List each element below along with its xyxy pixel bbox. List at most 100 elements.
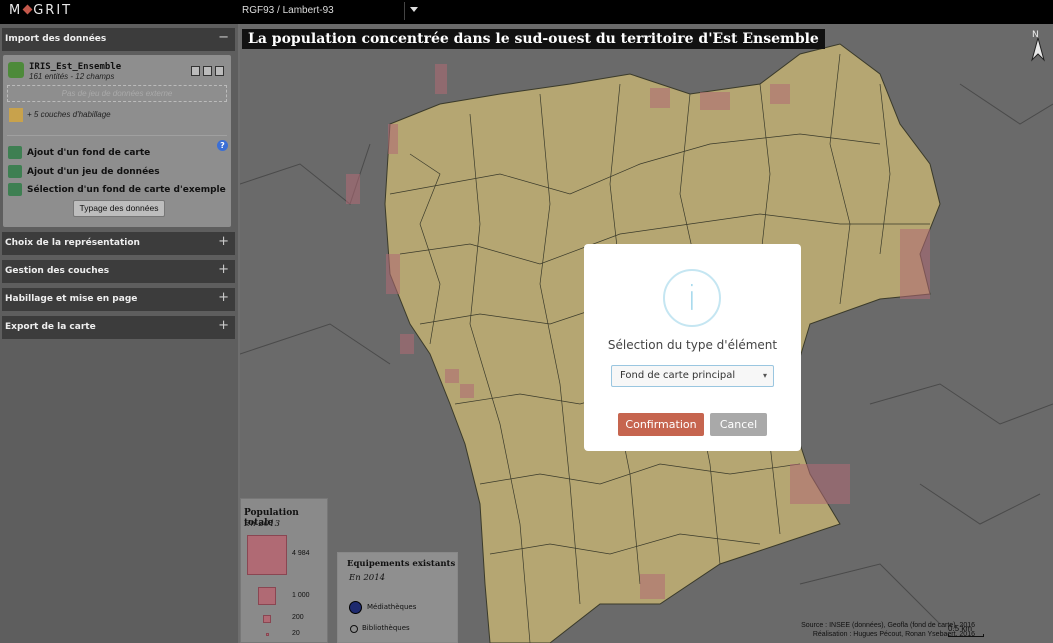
neighbour-boundary: [919, 483, 1041, 525]
typage-button[interactable]: Typage des données: [73, 200, 165, 217]
section-habillage-label: Habillage et mise en page: [5, 294, 138, 304]
population-symbol: [400, 334, 414, 354]
expand-icon[interactable]: +: [218, 318, 229, 333]
trash-icon[interactable]: [215, 66, 224, 76]
logo-diamond-icon: [22, 4, 33, 15]
section-export[interactable]: Export de la carte +: [2, 316, 235, 339]
population-symbol: [770, 84, 790, 104]
add-dataset-action[interactable]: Ajout d'un jeu de données: [8, 165, 160, 178]
population-symbol: [460, 384, 474, 398]
population-symbol: [790, 464, 850, 504]
population-symbol: [650, 88, 670, 108]
legend-square: [247, 535, 287, 575]
cancel-button[interactable]: Cancel: [710, 413, 767, 436]
confirm-button[interactable]: Confirmation: [618, 413, 704, 436]
legend-title: Equipements existants: [347, 559, 456, 569]
credits-line: Réalisation : Hugues Pécout, Ronan Yseba…: [812, 631, 975, 638]
legend-value: 1 000: [292, 592, 310, 599]
population-symbol: [445, 369, 459, 383]
collapse-icon[interactable]: −: [218, 30, 229, 45]
app-logo: M GRIT: [9, 3, 72, 18]
section-layers[interactable]: Gestion des couches +: [2, 260, 235, 283]
section-habillage[interactable]: Habillage et mise en page +: [2, 288, 235, 311]
logo-text-right: GRIT: [33, 3, 73, 18]
population-symbol: [388, 124, 398, 154]
chevron-down-icon[interactable]: [410, 7, 418, 12]
population-symbol: [700, 92, 730, 110]
projection-separator: [404, 2, 405, 20]
neighbour-boundary: [869, 383, 1053, 425]
population-symbol: [346, 174, 360, 204]
example-basemap-label: Sélection d'un fond de carte d'exemple: [27, 185, 226, 195]
add-dataset-icon: [8, 165, 22, 178]
layer-info: 161 entités - 12 champs: [29, 72, 115, 81]
add-basemap-label: Ajout d'un fond de carte: [27, 148, 151, 158]
legend-value: 4 984: [292, 550, 310, 557]
legend-subtitle: En 2014: [349, 573, 386, 583]
file-icon[interactable]: [191, 66, 200, 76]
population-symbol: [386, 254, 400, 294]
population-symbol: [900, 229, 930, 299]
neighbour-boundary: [799, 563, 941, 625]
example-basemap-action[interactable]: Sélection d'un fond de carte d'exemple: [8, 183, 226, 196]
population-symbol: [435, 64, 447, 94]
legend-value: 200: [292, 614, 304, 621]
legend-square: [266, 633, 269, 636]
bibliotheque-symbol-icon: [350, 625, 358, 633]
section-representation-label: Choix de la représentation: [5, 238, 140, 248]
layer-tools: [191, 66, 224, 76]
legend-population[interactable]: Population totale En 2013 4 984 1 000 20…: [240, 498, 328, 643]
source-line: Source : INSEE (données), Geofla (fond d…: [801, 622, 975, 629]
expand-icon[interactable]: +: [218, 290, 229, 305]
habillage-layers[interactable]: + 5 couches d'habillage: [27, 110, 111, 119]
north-arrow-shape: [1031, 38, 1045, 62]
table-icon[interactable]: [203, 66, 212, 76]
legend-subtitle: En 2013: [244, 519, 281, 529]
element-type-dialog: i Sélection du type d'élément Fond de ca…: [584, 244, 801, 451]
expand-icon[interactable]: +: [218, 234, 229, 249]
legend-square: [263, 615, 271, 623]
info-glyph: i: [687, 279, 697, 319]
legend-item: Bibliothèques: [362, 624, 410, 632]
north-arrow-icon[interactable]: N: [1031, 30, 1045, 62]
neighbour-boundary: [240, 323, 391, 365]
section-export-label: Export de la carte: [5, 322, 96, 332]
expand-icon[interactable]: +: [218, 262, 229, 277]
projection-select[interactable]: RGF93 / Lambert-93: [242, 5, 334, 16]
divider: [7, 135, 227, 136]
habillage-icon: [9, 108, 23, 122]
map-source[interactable]: Source : INSEE (données), Geofla (fond d…: [730, 621, 975, 639]
population-symbol: [640, 574, 665, 599]
layer-icon: [8, 62, 24, 78]
map-title[interactable]: La population concentrée dans le sud-oue…: [242, 29, 825, 49]
legend-item: Médiathèques: [367, 603, 417, 611]
legend-equipements[interactable]: Equipements existants En 2014 Médiathèqu…: [337, 552, 458, 643]
add-dataset-label: Ajout d'un jeu de données: [27, 167, 160, 177]
section-representation[interactable]: Choix de la représentation +: [2, 232, 235, 255]
add-basemap-action[interactable]: Ajout d'un fond de carte: [8, 146, 150, 159]
info-icon: i: [663, 269, 721, 327]
help-icon[interactable]: ?: [217, 140, 228, 151]
logo-text-left: M: [9, 3, 23, 18]
import-panel: IRIS_Est_Ensemble 161 entités - 12 champ…: [3, 55, 231, 227]
section-layers-label: Gestion des couches: [5, 266, 110, 276]
element-type-select[interactable]: Fond de carte principal ▾: [611, 365, 774, 387]
no-external-dataset: Pas de jeu de données externe: [7, 85, 227, 102]
scale-label: 0.5 km: [948, 624, 973, 633]
add-basemap-icon: [8, 146, 22, 159]
chevron-down-icon: ▾: [762, 371, 767, 380]
section-import-label: Import des données: [5, 34, 107, 44]
select-value: Fond de carte principal: [620, 370, 736, 381]
layer-name: IRIS_Est_Ensemble: [29, 62, 122, 72]
scale-bar[interactable]: [948, 634, 984, 637]
projection-label: RGF93 / Lambert-93: [242, 5, 334, 16]
example-basemap-icon: [8, 183, 22, 196]
legend-square: [258, 587, 276, 605]
mediatheque-symbol-icon: [349, 601, 362, 614]
dialog-title: Sélection du type d'élément: [607, 338, 778, 352]
section-import[interactable]: Import des données −: [2, 28, 235, 51]
legend-value: 20: [292, 630, 300, 637]
sidebar: Import des données − IRIS_Est_Ensemble 1…: [0, 24, 238, 643]
top-bar: M GRIT RGF93 / Lambert-93: [0, 0, 1053, 24]
neighbour-boundary: [959, 83, 1053, 125]
